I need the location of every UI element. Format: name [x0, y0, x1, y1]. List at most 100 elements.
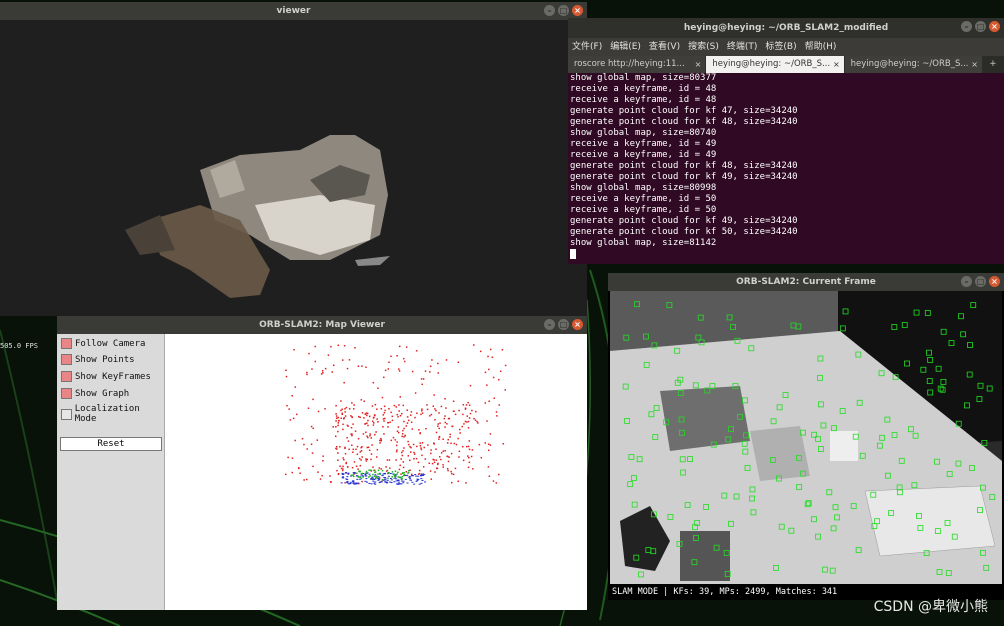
- maximize-button[interactable]: □: [975, 21, 986, 32]
- map-point: [389, 467, 391, 469]
- new-tab-button[interactable]: +: [982, 56, 1003, 73]
- map-point: [432, 405, 434, 407]
- tab-label: heying@heying: ~/ORB_S...: [850, 59, 969, 69]
- graph-edge: [368, 469, 370, 471]
- map-point: [395, 406, 397, 408]
- show-keyframes-checkbox[interactable]: Show KeyFrames: [61, 371, 151, 382]
- tab-label: roscore http://heying:11...: [574, 59, 685, 69]
- map-viewer-title: ORB-SLAM2: Map Viewer: [259, 320, 385, 330]
- menu-terminal[interactable]: 终端(T): [727, 38, 758, 56]
- current-frame-titlebar[interactable]: ORB-SLAM2: Current Frame – □ ×: [608, 273, 1004, 291]
- current-frame-window[interactable]: ORB-SLAM2: Current Frame – □ × SLAM MODE…: [608, 273, 1004, 600]
- map-point: [462, 459, 465, 462]
- map-point: [352, 451, 354, 453]
- map-point: [372, 417, 375, 419]
- maximize-button[interactable]: □: [558, 319, 569, 330]
- map-point: [321, 370, 324, 372]
- map-point: [311, 368, 313, 370]
- viewer-titlebar[interactable]: viewer – □ ×: [0, 2, 587, 20]
- map-point: [438, 438, 440, 440]
- maximize-button[interactable]: □: [558, 5, 569, 16]
- minimize-button[interactable]: –: [961, 21, 972, 32]
- map-point: [367, 424, 369, 427]
- checkbox-box[interactable]: [61, 338, 72, 349]
- tab-orbslam-active[interactable]: heying@heying: ~/ORB_S... ×: [706, 56, 844, 73]
- graph-edge: [396, 473, 398, 475]
- menu-edit[interactable]: 编辑(E): [610, 38, 641, 56]
- close-button[interactable]: ×: [989, 276, 1000, 287]
- keyframe-marker: [384, 477, 387, 479]
- menu-help[interactable]: 帮助(H): [805, 38, 837, 56]
- terminal-titlebar[interactable]: heying@heying: ~/ORB_SLAM2_modified – □ …: [568, 18, 1004, 38]
- map-point: [442, 450, 444, 452]
- checkbox-box[interactable]: [61, 354, 72, 365]
- reset-button[interactable]: Reset: [60, 437, 162, 451]
- map-point: [342, 457, 344, 459]
- checkbox-box[interactable]: [61, 371, 72, 382]
- map-point: [314, 360, 317, 363]
- tab-close-icon[interactable]: ×: [833, 56, 840, 73]
- terminal-line: generate point cloud for kf 48, size=342…: [570, 117, 798, 127]
- tab-roscore[interactable]: roscore http://heying:11... ×: [568, 56, 706, 73]
- minimize-button[interactable]: –: [544, 319, 555, 330]
- map-point: [413, 457, 415, 460]
- show-points-checkbox[interactable]: Show Points: [61, 354, 135, 365]
- map-point: [433, 442, 435, 444]
- tab-close-icon[interactable]: ×: [971, 56, 978, 73]
- terminal-window[interactable]: heying@heying: ~/ORB_SLAM2_modified – □ …: [568, 18, 1004, 264]
- map-point: [337, 452, 339, 454]
- show-graph-checkbox[interactable]: Show Graph: [61, 388, 129, 399]
- map-point: [426, 404, 428, 406]
- map-point: [409, 451, 412, 453]
- localization-mode-checkbox[interactable]: Localization Mode: [61, 404, 164, 424]
- map-point: [488, 475, 491, 477]
- map-point: [322, 459, 324, 462]
- close-button[interactable]: ×: [572, 319, 583, 330]
- map-viewer-window[interactable]: ORB-SLAM2: Map Viewer – □ × Follow Camer…: [57, 316, 587, 610]
- minimize-button[interactable]: –: [961, 276, 972, 287]
- map-point: [487, 466, 490, 468]
- checkbox-box[interactable]: [61, 408, 72, 420]
- map-point: [447, 469, 449, 472]
- map-point: [357, 415, 360, 418]
- camera-frame-image: [610, 291, 1002, 584]
- viewer-window[interactable]: viewer – □ ×: [0, 2, 587, 316]
- map-viewer-titlebar[interactable]: ORB-SLAM2: Map Viewer – □ ×: [57, 316, 587, 334]
- map-point: [293, 348, 295, 351]
- map-point: [337, 344, 340, 347]
- map-canvas[interactable]: [165, 334, 587, 610]
- map-point: [471, 409, 473, 412]
- close-button[interactable]: ×: [572, 5, 583, 16]
- follow-camera-checkbox[interactable]: Follow Camera: [61, 338, 145, 349]
- checkbox-box[interactable]: [61, 388, 72, 399]
- map-point: [306, 373, 308, 376]
- map-point: [397, 426, 400, 428]
- map-point: [398, 345, 401, 348]
- menu-view[interactable]: 查看(V): [649, 38, 680, 56]
- map-point: [366, 412, 369, 415]
- map-point: [401, 454, 404, 457]
- map-point: [292, 417, 295, 420]
- map-point: [372, 381, 375, 384]
- graph-edge: [368, 476, 370, 478]
- map-point: [331, 371, 333, 373]
- minimize-button[interactable]: –: [544, 5, 555, 16]
- tab-orbslam-2[interactable]: heying@heying: ~/ORB_S... ×: [844, 56, 982, 73]
- keyframe-marker: [373, 482, 376, 484]
- graph-edge: [365, 470, 368, 473]
- point-cloud-view[interactable]: [0, 20, 587, 316]
- menu-search[interactable]: 搜索(S): [688, 38, 719, 56]
- map-point: [434, 418, 436, 421]
- menu-tabs[interactable]: 标签(B): [765, 38, 796, 56]
- map-point: [403, 447, 405, 449]
- keyframe-marker: [365, 475, 368, 477]
- map-point: [487, 355, 489, 358]
- close-button[interactable]: ×: [989, 21, 1000, 32]
- maximize-button[interactable]: □: [975, 276, 986, 287]
- map-point: [437, 362, 439, 365]
- terminal-output[interactable]: show global map, size=80377 receive a ke…: [568, 73, 1004, 264]
- map-point: [411, 370, 414, 373]
- menu-file[interactable]: 文件(F): [572, 38, 602, 56]
- tab-close-icon[interactable]: ×: [695, 56, 702, 73]
- keyframe-marker: [364, 480, 367, 482]
